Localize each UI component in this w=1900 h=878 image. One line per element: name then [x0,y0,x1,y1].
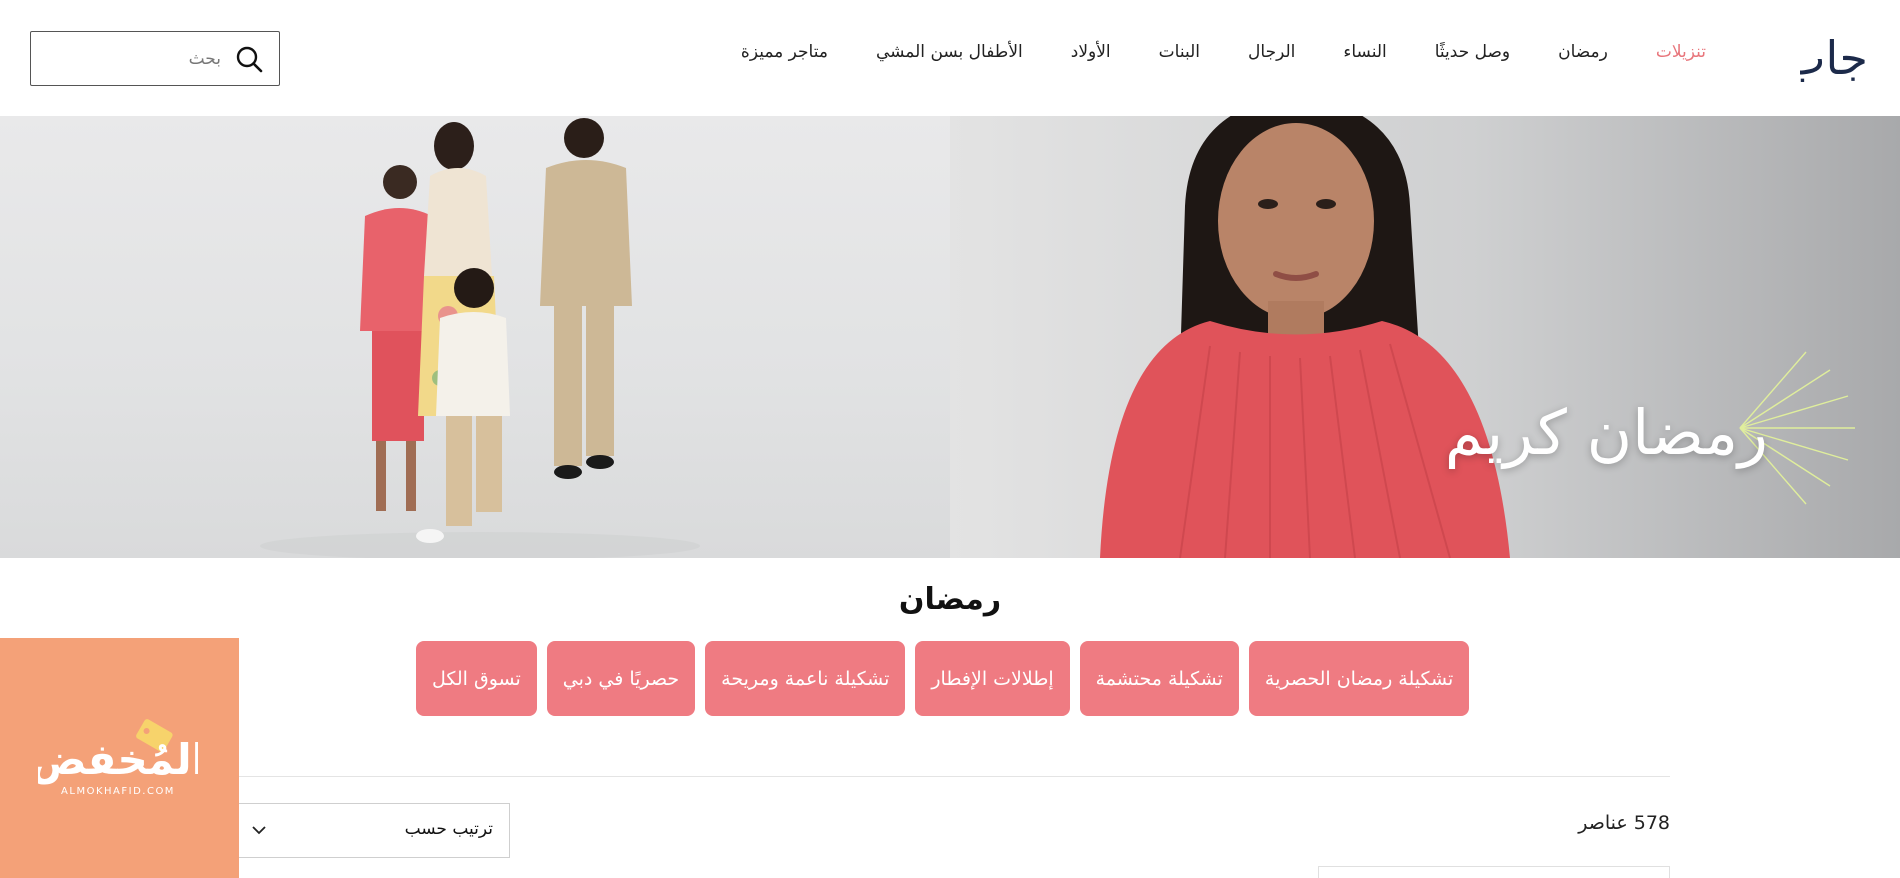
nav-item-new-arrivals[interactable]: وصل حديثًا [1411,42,1534,62]
chip-dubai-exclusive[interactable]: حصريًا في دبي [546,641,696,716]
brand-logo[interactable]: جاب [1800,26,1872,86]
site-header: جاب تنزيلات رمضان وصل حديثًا النساء الرج… [0,0,1900,116]
sort-label: ترتيب حسب [404,819,493,839]
results-count: 578 عناصر [1578,812,1670,834]
nav-item-boys[interactable]: الأولاد [1047,42,1135,62]
hero-image-ramadan[interactable]: رمضان كريم [950,116,1900,558]
watermark-logo: المُخفض ALMOKHAFID.COM [38,719,198,797]
watermark-subtext: ALMOKHAFID.COM [61,786,175,797]
brand-logo-text: جاب [1800,31,1868,85]
search-icon[interactable] [235,45,263,73]
chip-soft-comfy[interactable]: تشكيلة ناعمة ومريحة [705,641,906,716]
nav-item-sale[interactable]: تنزيلات [1632,42,1730,62]
nav-item-women[interactable]: النساء [1319,42,1410,62]
chip-iftar-looks[interactable]: إطلالات الإفطار [915,641,1070,716]
hero-banner[interactable]: رمضان كريم [0,116,1900,558]
sort-dropdown[interactable]: ترتيب حسب [232,803,510,858]
main-nav: تنزيلات رمضان وصل حديثًا النساء الرجال ا… [717,42,1730,62]
search-input[interactable] [41,40,221,78]
search-box[interactable] [30,31,280,86]
chip-exclusive-ramadan[interactable]: تشكيلة رمضان الحصرية [1248,641,1470,716]
category-chips: تشكيلة رمضان الحصرية تشكيلة محتشمة إطلال… [416,641,1470,716]
nav-item-toddlers[interactable]: الأطفال بسن المشي [852,42,1047,62]
hero-headline: رمضان كريم [1444,396,1768,469]
chevron-down-icon [252,826,266,835]
nav-item-ramadan[interactable]: رمضان [1534,42,1632,62]
watermark-text: المُخفض [38,735,198,785]
hero-image-family[interactable] [0,116,950,558]
section-title: رمضان [898,582,1002,617]
nav-item-featured-stores[interactable]: متاجر مميزة [717,42,852,62]
product-grid-edge [1318,866,1670,878]
chip-shop-all[interactable]: تسوق الكل [416,641,537,716]
chip-modest[interactable]: تشكيلة محتشمة [1079,641,1239,716]
nav-item-men[interactable]: الرجال [1224,42,1319,62]
nav-item-girls[interactable]: البنات [1135,42,1224,62]
ramadan-photo [1100,116,1855,558]
divider [232,776,1670,777]
family-photo [260,118,700,558]
